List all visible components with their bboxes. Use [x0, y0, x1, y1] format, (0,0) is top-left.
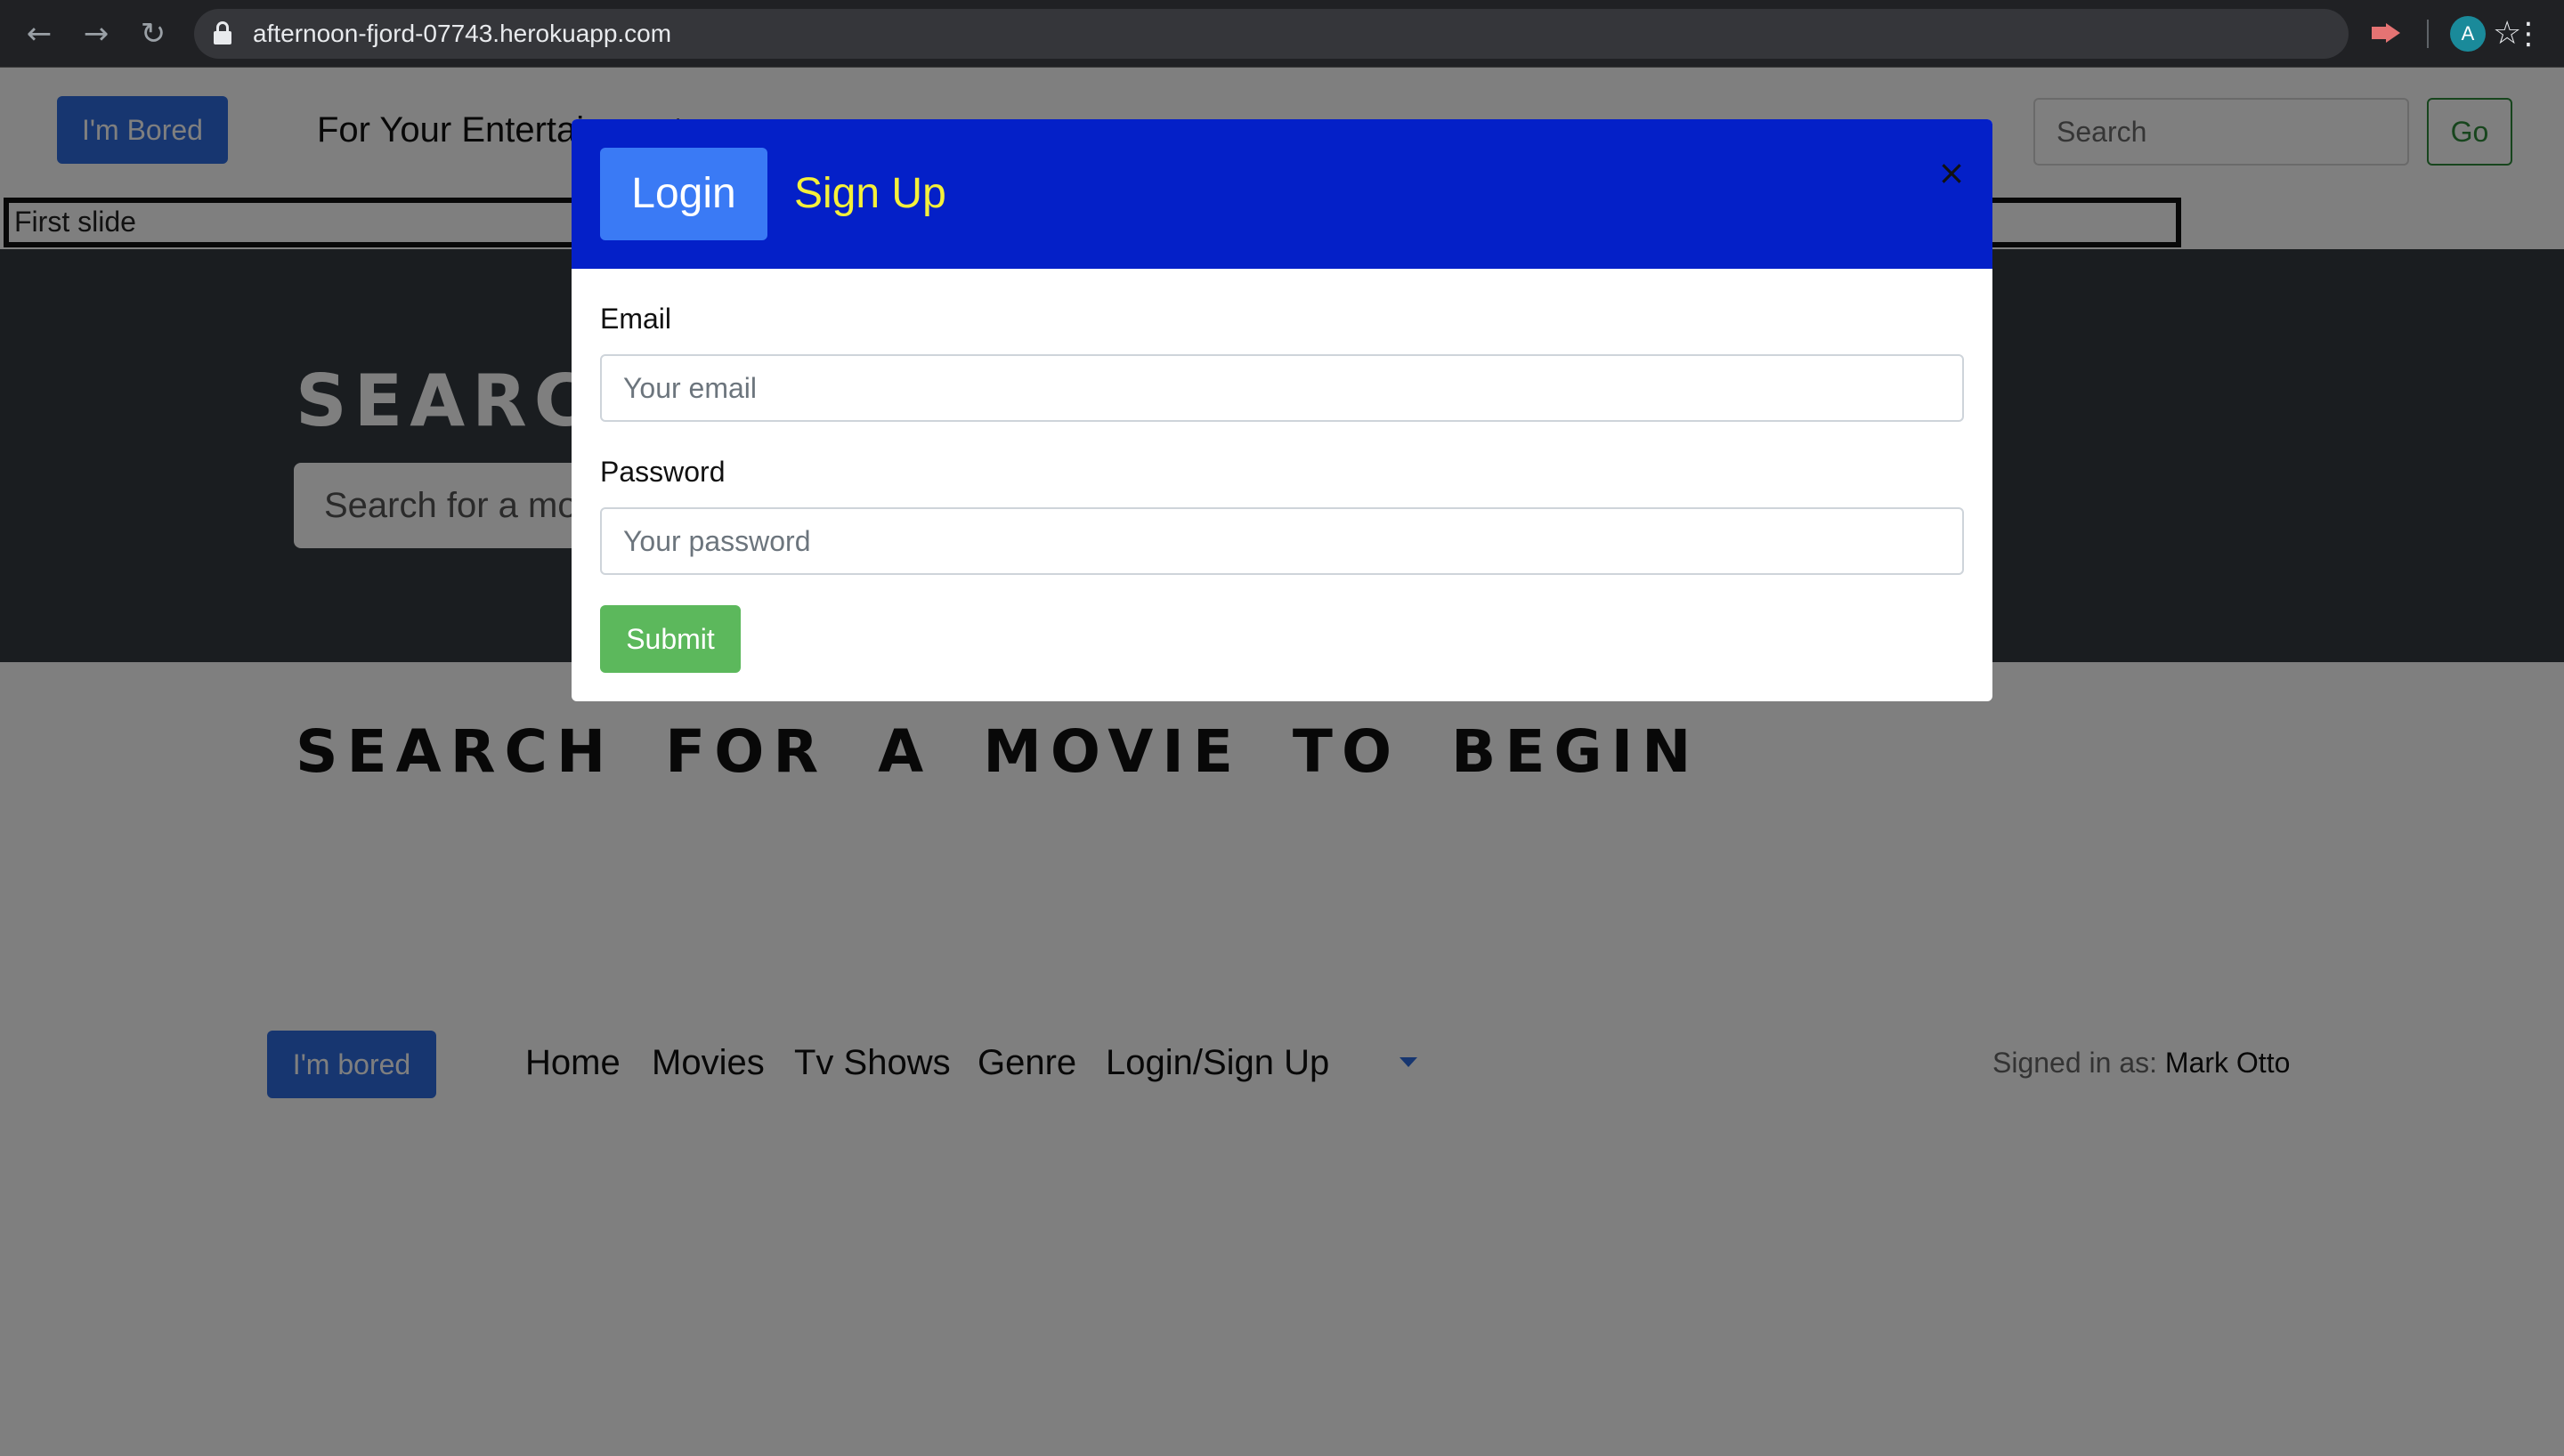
extension-icon[interactable] [2372, 23, 2400, 43]
address-bar[interactable]: afternoon-fjord-07743.herokuapp.com ☆ [194, 9, 2521, 59]
browser-toolbar: ← → ↻ afternoon-fjord-07743.herokuapp.co… [0, 0, 2564, 68]
tab-signup[interactable]: Sign Up [794, 148, 946, 240]
url-text[interactable]: afternoon-fjord-07743.herokuapp.com [253, 9, 671, 59]
email-label: Email [600, 303, 672, 335]
browser-menu-icon[interactable]: ⋮ [2511, 16, 2546, 52]
reload-icon[interactable]: ↻ [135, 16, 171, 52]
email-field[interactable]: Your email [600, 354, 1964, 422]
back-arrow-icon[interactable]: ← [21, 16, 57, 52]
password-label: Password [600, 456, 726, 488]
forward-arrow-icon[interactable]: → [78, 16, 114, 52]
submit-button[interactable]: Submit [600, 605, 741, 673]
close-icon[interactable]: × [1934, 155, 1969, 190]
lock-icon [214, 21, 231, 44]
tab-login[interactable]: Login [600, 148, 767, 240]
toolbar-separator [2427, 20, 2429, 48]
profile-avatar[interactable]: A [2450, 16, 2486, 52]
password-field[interactable]: Your password [600, 507, 1964, 575]
modal-header: Login Sign Up × [572, 119, 1992, 269]
auth-modal: Login Sign Up × Email Your email Passwor… [572, 119, 1992, 701]
